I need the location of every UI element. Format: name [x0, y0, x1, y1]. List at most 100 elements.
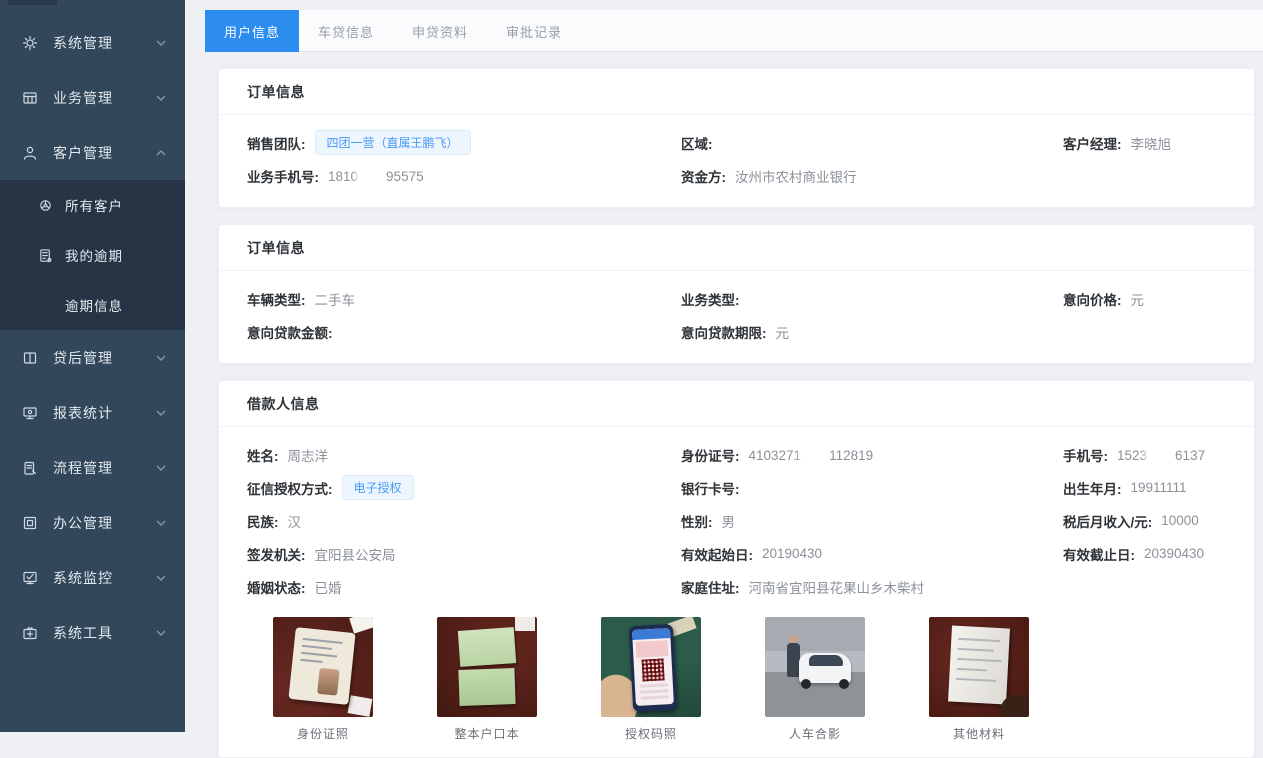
field-issuing-authority: 签发机关: 宜阳县公安局	[247, 544, 681, 564]
photo-caption: 整本户口本	[437, 725, 537, 742]
main-content: 用户信息 车贷信息 申贷资料 审批记录 订单信息 销售团队: 四团一营（直属王鹏…	[185, 0, 1263, 732]
field-home-address: 家庭住址: 河南省宜阳县花果山乡木柴村	[681, 577, 1063, 597]
customer-submenu: 所有客户 我的逾期 逾期信息	[0, 180, 185, 330]
sidebar-item-label: 我的逾期	[65, 245, 123, 265]
sidebar-item-system-tools[interactable]: 系统工具	[0, 605, 185, 660]
field-value: 二手车	[315, 289, 356, 309]
field-intent-price: 意向价格: 元	[1063, 289, 1226, 309]
field-bank-card: 银行卡号:	[681, 478, 1063, 498]
field-funder: 资金方: 汝州市农村商业银行	[681, 166, 1063, 186]
gear-icon	[22, 35, 38, 51]
field-value: 15236137	[1117, 447, 1205, 463]
field-intent-loan-term: 意向贷款期限: 元	[681, 322, 1063, 342]
order-info-card: 订单信息 销售团队: 四团一营（直属王鹏飞） 区域: 客户经理: 李晓旭 业务手	[218, 68, 1255, 208]
sidebar-item-system-mgmt[interactable]: 系统管理	[0, 15, 185, 70]
field-label: 业务类型:	[681, 289, 740, 309]
sidebar-item-office-mgmt[interactable]: 办公管理	[0, 495, 185, 550]
grid-icon	[22, 90, 38, 106]
user-icon	[22, 145, 38, 161]
chevron-down-icon	[155, 37, 167, 49]
sidebar-item-label: 流程管理	[53, 458, 113, 478]
field-id-number: 身份证号: 4103271112819	[681, 445, 1063, 465]
detail-tabbar: 用户信息 车贷信息 申贷资料 审批记录	[205, 10, 1263, 52]
field-gender: 性别: 男	[681, 511, 1063, 531]
censor-patch	[802, 447, 828, 460]
field-label: 客户经理:	[1063, 133, 1122, 153]
field-label: 车辆类型:	[247, 289, 306, 309]
sidebar-item-label: 逾期信息	[65, 295, 123, 315]
tab-approval-records[interactable]: 审批记录	[487, 10, 581, 52]
photo-caption: 其他材料	[929, 725, 1029, 742]
chevron-down-icon	[155, 572, 167, 584]
photo-caption: 授权码照	[601, 725, 701, 742]
chevron-up-icon	[155, 147, 167, 159]
field-credit-auth: 征信授权方式: 电子授权	[247, 475, 681, 500]
sidebar-item-label: 办公管理	[53, 513, 113, 533]
field-value: 4103271112819	[749, 447, 874, 463]
field-business-type: 业务类型:	[681, 289, 1063, 309]
monitor-icon	[22, 405, 38, 421]
chevron-down-icon	[155, 407, 167, 419]
card-title: 借款人信息	[219, 381, 1254, 427]
field-name: 姓名: 周志洋	[247, 445, 681, 465]
photo-caption: 身份证照	[273, 725, 373, 742]
card-title: 订单信息	[219, 69, 1254, 115]
field-region: 区域:	[681, 133, 1063, 153]
field-vehicle-type: 车辆类型: 二手车	[247, 289, 681, 309]
field-birth: 出生年月: 19911111	[1063, 478, 1226, 498]
chevron-down-icon	[155, 352, 167, 364]
sidebar-item-business-mgmt[interactable]: 业务管理	[0, 70, 185, 125]
field-intent-loan-amount: 意向贷款金额:	[247, 322, 681, 342]
field-value: 元	[776, 322, 790, 342]
sidebar-item-all-customers[interactable]: 所有客户	[0, 180, 185, 230]
sidebar-item-label: 业务管理	[53, 88, 113, 108]
field-label: 业务手机号:	[247, 166, 319, 186]
sidebar-item-label: 系统管理	[53, 33, 113, 53]
field-ethnicity: 民族: 汉	[247, 511, 681, 531]
toolbox-icon	[22, 625, 38, 641]
sidebar-item-label: 报表统计	[53, 403, 113, 423]
person-with-car-photo[interactable]	[765, 617, 865, 717]
sidebar-item-label: 系统工具	[53, 623, 113, 643]
photo-caption: 人车合影	[765, 725, 865, 742]
field-value: 汝州市农村商业银行	[735, 166, 857, 186]
borrower-photos: 身份证照 整本户口本	[273, 617, 1226, 742]
document-paper-photo[interactable]	[929, 617, 1029, 717]
credit-auth-tag[interactable]: 电子授权	[342, 475, 414, 500]
clipboard-icon	[22, 460, 38, 476]
sidebar-item-postloan-mgmt[interactable]: 贷后管理	[0, 330, 185, 385]
logo-stub	[8, 0, 57, 5]
tab-loan-application-docs[interactable]: 申贷资料	[393, 10, 487, 52]
field-label: 区域:	[681, 133, 713, 153]
field-value: 181095575	[328, 168, 424, 184]
card-title: 订单信息	[219, 225, 1254, 271]
field-value: 元	[1131, 289, 1145, 309]
field-monthly-income: 税后月收入/元: 10000	[1063, 511, 1226, 531]
sidebar-item-customer-mgmt[interactable]: 客户管理	[0, 125, 185, 180]
book-icon	[22, 350, 38, 366]
monitor-check-icon	[22, 570, 38, 586]
field-valid-to: 有效截止日: 20390430	[1063, 544, 1226, 564]
chevron-down-icon	[155, 92, 167, 104]
household-register-photo[interactable]	[437, 617, 537, 717]
sidebar: 系统管理 业务管理 客户管理 所有客户	[0, 0, 185, 732]
sidebar-item-my-overdue[interactable]: 我的逾期	[0, 230, 185, 280]
chevron-down-icon	[155, 517, 167, 529]
wheel-icon	[38, 198, 53, 213]
tab-car-loan-info[interactable]: 车贷信息	[299, 10, 393, 52]
chevron-down-icon	[155, 627, 167, 639]
square-in-square-icon	[22, 515, 38, 531]
field-business-phone: 业务手机号: 181095575	[247, 166, 681, 186]
sidebar-item-system-monitor[interactable]: 系统监控	[0, 550, 185, 605]
field-account-manager: 客户经理: 李晓旭	[1063, 133, 1226, 153]
sales-team-tag[interactable]: 四团一营（直属王鹏飞）	[315, 130, 471, 155]
sidebar-item-process-mgmt[interactable]: 流程管理	[0, 440, 185, 495]
sidebar-item-overdue-info[interactable]: 逾期信息	[0, 280, 185, 330]
id-card-photo[interactable]	[273, 617, 373, 717]
field-label: 资金方:	[681, 166, 726, 186]
tab-user-info[interactable]: 用户信息	[205, 10, 299, 52]
auth-qr-code-photo[interactable]	[601, 617, 701, 717]
borrower-info-card: 借款人信息 姓名: 周志洋 身份证号: 4103271112819 手机号: 1…	[218, 380, 1255, 758]
field-sales-team: 销售团队: 四团一营（直属王鹏飞）	[247, 130, 681, 155]
sidebar-item-report-stats[interactable]: 报表统计	[0, 385, 185, 440]
